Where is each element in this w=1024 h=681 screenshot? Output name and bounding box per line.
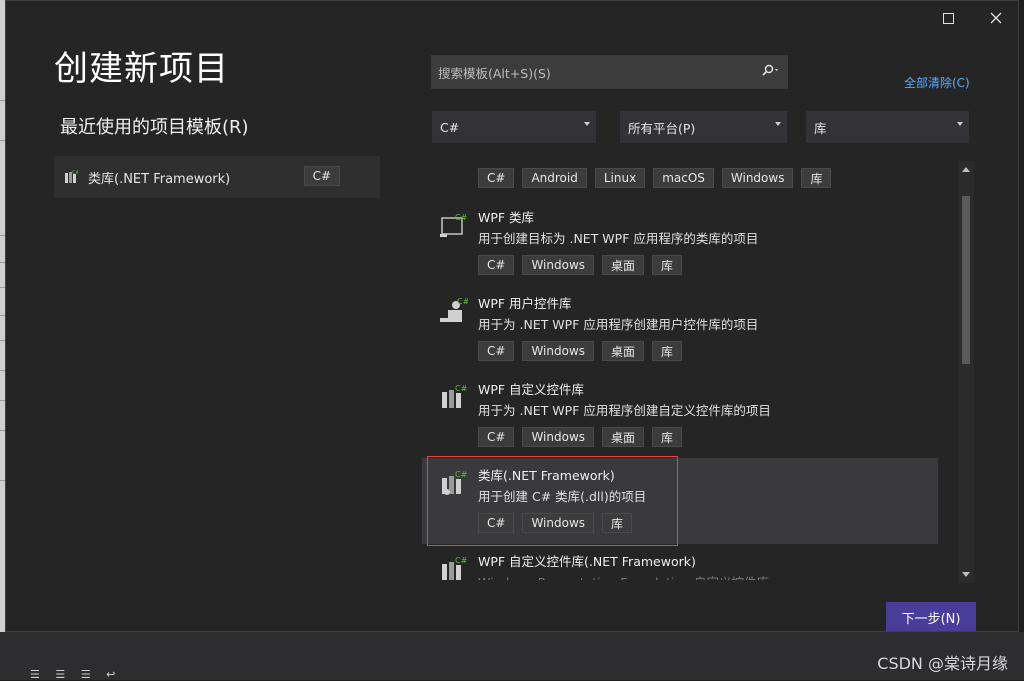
svg-text:C#: C# <box>455 556 468 565</box>
tag: Windows <box>522 513 595 533</box>
close-icon <box>990 12 1002 24</box>
template-item-wpf-custom-control-library[interactable]: C# WPF 自定义控件库 用于为 .NET WPF 应用程序创建自定义控件库的… <box>422 372 938 458</box>
search-box[interactable] <box>431 55 788 89</box>
template-description: Windows Presentation Foundation 自定义控件库 <box>478 572 769 580</box>
chevron-down-icon <box>584 122 590 126</box>
platform-dropdown[interactable]: 所有平台(P) <box>620 111 787 143</box>
project-type-dropdown[interactable]: 库 <box>806 111 969 143</box>
template-description: 用于为 .NET WPF 应用程序创建用户控件库的项目 <box>478 317 759 332</box>
class-library-icon: C# <box>65 170 78 183</box>
platform-dropdown-value: 所有平台(P) <box>628 120 696 136</box>
tag: 桌面 <box>602 427 645 447</box>
toolbar-icons: ☰ ☰ ☰ ↩ <box>30 668 122 681</box>
tag: 库 <box>652 255 683 275</box>
search-icon[interactable] <box>761 64 779 80</box>
tag: C# <box>478 341 515 361</box>
maximize-icon <box>942 12 954 24</box>
tag: 库 <box>602 513 633 533</box>
tag: 库 <box>652 427 683 447</box>
svg-text:C#: C# <box>455 213 468 222</box>
template-item-class-library-net-framework[interactable]: C# 类库(.NET Framework) 用于创建 C# 类库(.dll)的项… <box>422 458 938 544</box>
project-type-dropdown-value: 库 <box>814 120 827 136</box>
scroll-up-icon[interactable] <box>962 167 970 172</box>
template-name: 类库(.NET Framework) <box>478 468 615 483</box>
tag: 库 <box>652 341 683 361</box>
svg-text:C#: C# <box>455 470 468 479</box>
tag: Windows <box>522 255 595 275</box>
ide-bottom-bar <box>0 632 1024 680</box>
template-description: 用于创建 C# 类库(.dll)的项目 <box>478 489 647 504</box>
template-description: 用于创建目标为 .NET WPF 应用程序的类库的项目 <box>478 231 759 246</box>
language-dropdown-value: C# <box>440 119 460 135</box>
chevron-down-icon <box>775 122 781 126</box>
template-name: WPF 类库 <box>478 210 535 225</box>
page-title: 创建新项目 <box>54 49 229 89</box>
recent-template-tag: C# <box>303 166 340 186</box>
tag: C# <box>478 427 515 447</box>
template-item-wpf-class-library[interactable]: C# WPF 类库 用于创建目标为 .NET WPF 应用程序的类库的项目 C#… <box>422 200 938 286</box>
clear-all-link[interactable]: 全部清除(C) <box>904 74 970 91</box>
template-description: 用于为 .NET WPF 应用程序创建自定义控件库的项目 <box>478 403 771 418</box>
next-button[interactable]: 下一步(N) <box>886 602 976 631</box>
template-name: WPF 自定义控件库(.NET Framework) <box>478 554 696 569</box>
class-library-icon: C# <box>442 470 468 495</box>
tag: Windows <box>522 427 595 447</box>
watermark: CSDN @棠诗月缘 <box>877 654 1008 673</box>
tag: 桌面 <box>602 255 645 275</box>
tag: 桌面 <box>602 341 645 361</box>
maximize-button[interactable] <box>931 7 965 29</box>
svg-text:C#: C# <box>455 384 468 393</box>
template-item-wpf-user-control-library[interactable]: C# WPF 用户控件库 用于为 .NET WPF 应用程序创建用户控件库的项目… <box>422 286 938 372</box>
scrollbar-thumb[interactable] <box>962 196 970 364</box>
template-name: WPF 自定义控件库 <box>478 382 585 397</box>
template-list-scrollbar[interactable] <box>958 161 974 583</box>
scroll-down-icon[interactable] <box>962 572 970 577</box>
close-button[interactable] <box>979 7 1013 29</box>
template-name: WPF 用户控件库 <box>478 296 572 311</box>
template-list: C# WPF 类库 用于创建目标为 .NET WPF 应用程序的类库的项目 C#… <box>422 160 938 580</box>
language-dropdown[interactable]: C# <box>432 111 596 143</box>
wpf-library-icon: C# <box>440 213 468 237</box>
recent-templates-heading: 最近使用的项目模板(R) <box>60 117 249 138</box>
svg-text:C#: C# <box>457 298 468 306</box>
tag: Windows <box>522 341 595 361</box>
recent-template-label: 类库(.NET Framework) <box>88 171 231 187</box>
tag: C# <box>478 255 515 275</box>
chevron-down-icon <box>957 122 963 126</box>
template-item-wpf-custom-control-library-net-framework[interactable]: C# WPF 自定义控件库(.NET Framework) Windows Pr… <box>422 544 938 580</box>
search-input[interactable] <box>436 62 740 84</box>
custom-control-library-icon: C# <box>442 384 468 408</box>
svg-text:C#: C# <box>72 170 78 176</box>
custom-control-library-icon: C# <box>442 556 468 580</box>
tag: C# <box>478 513 515 533</box>
recent-template-item[interactable]: C# 类库(.NET Framework) C# <box>54 156 380 198</box>
user-control-icon: C# <box>440 298 468 322</box>
